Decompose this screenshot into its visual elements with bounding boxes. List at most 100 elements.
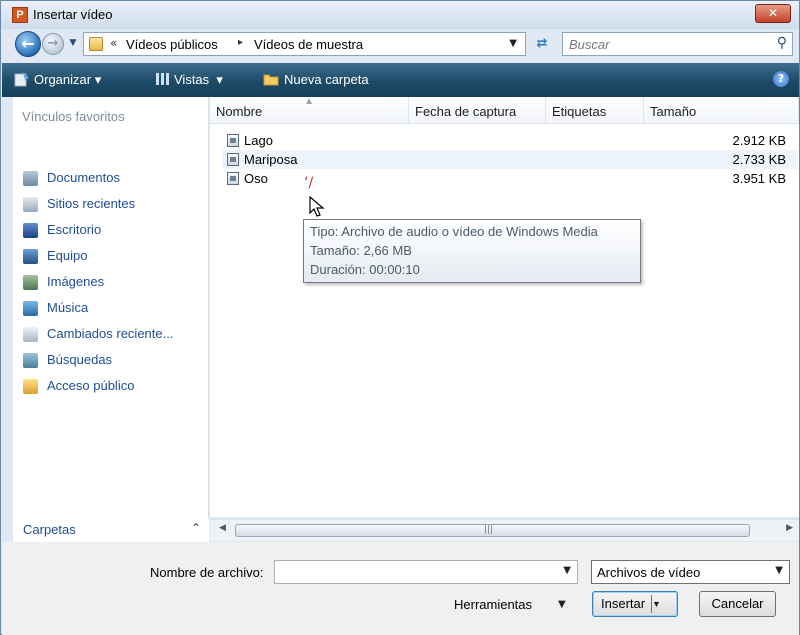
sidebar-item-label: Música — [47, 300, 89, 315]
column-header-label: Fecha de captura — [415, 104, 517, 119]
address-prefix[interactable]: « — [110, 36, 117, 50]
sort-ascending-icon: ▲ — [306, 96, 313, 105]
sidebar-item-pictures[interactable]: Imágenes — [23, 273, 203, 293]
sidebar-item-label: Escritorio — [47, 222, 102, 237]
address-bar[interactable]: « Vídeos públicos ▸ Vídeos de muestra ▼ — [83, 32, 526, 56]
tools-menu[interactable]: Herramientas — [454, 597, 532, 612]
file-size: 2.912 KB — [732, 133, 787, 148]
grip-icon: ||| — [484, 525, 494, 535]
file-row-lago[interactable]: Lago 2.912 KB — [222, 131, 798, 150]
history-dropdown-icon[interactable]: ▼ — [67, 37, 79, 49]
organize-icon — [14, 72, 29, 87]
sidebar-item-documents[interactable]: Documentos — [23, 169, 203, 189]
horizontal-scrollbar[interactable]: ◀ ||| ▶ — [210, 519, 799, 541]
back-button[interactable]: ← — [15, 31, 41, 57]
column-header-date[interactable]: Fecha de captura — [409, 97, 546, 124]
sidebar-item-recent-places[interactable]: Sitios recientes — [23, 195, 203, 215]
filename-combobox[interactable]: ▼ — [274, 560, 578, 584]
sidebar-item-computer[interactable]: Equipo — [23, 247, 203, 267]
close-button[interactable]: ✕ — [755, 4, 791, 23]
sidebar-item-recently-changed[interactable]: Cambiados reciente... — [23, 325, 203, 345]
navigation-bar: ← → ▼ « Vídeos públicos ▸ Vídeos de mues… — [1, 29, 799, 63]
file-list[interactable]: ▲ Nombre Fecha de captura Etiquetas Tama… — [210, 96, 799, 517]
window-title: Insertar vídeo — [33, 7, 113, 22]
scrollbar-thumb[interactable]: ||| — [235, 524, 750, 537]
command-toolbar: Organizar ▾ Vistas ▾ Nueva carpeta ? — [2, 63, 799, 97]
tools-dropdown-icon[interactable]: ▼ — [558, 599, 566, 610]
sidebar-item-public[interactable]: Acceso público — [23, 377, 203, 397]
recently-changed-icon — [23, 327, 38, 342]
documents-icon — [23, 171, 38, 186]
column-header-tags[interactable]: Etiquetas — [546, 97, 644, 124]
powerpoint-icon: P — [12, 7, 28, 23]
sidebar-item-label: Imágenes — [47, 274, 105, 289]
views-menu[interactable]: Vistas ▾ — [174, 72, 223, 88]
forward-button[interactable]: → — [42, 33, 64, 55]
insert-button[interactable]: Insertar ▼ — [592, 591, 678, 617]
music-icon — [23, 301, 38, 316]
tooltip-type: Tipo: Archivo de audio o vídeo de Window… — [310, 224, 598, 239]
pictures-icon — [23, 275, 38, 290]
address-dropdown-icon[interactable]: ▼ — [509, 38, 517, 49]
folder-icon — [89, 37, 103, 51]
folders-label: Carpetas — [23, 522, 76, 537]
scroll-left-icon[interactable]: ◀ — [219, 523, 226, 533]
chevron-down-icon[interactable]: ▼ — [563, 565, 571, 576]
file-info-tooltip: Tipo: Archivo de audio o vídeo de Window… — [303, 219, 641, 283]
sidebar-item-label: Acceso público — [47, 378, 135, 393]
favorite-links-heading: Vínculos favoritos — [22, 109, 125, 124]
views-label: Vistas — [174, 72, 210, 87]
sidebar-item-searches[interactable]: Búsquedas — [23, 351, 203, 371]
sidebar-item-desktop[interactable]: Escritorio — [23, 221, 203, 241]
views-icon — [156, 73, 169, 85]
title-bar: P Insertar vídeo ✕ — [1, 1, 799, 29]
folders-toggle[interactable]: Carpetas ⌃ — [13, 519, 209, 543]
chevron-up-icon[interactable]: ⌃ — [191, 521, 201, 535]
new-folder-button[interactable]: Nueva carpeta — [284, 72, 369, 87]
search-input[interactable] — [569, 36, 759, 52]
tooltip-duration: Duración: 00:00:10 — [310, 262, 420, 277]
video-file-icon — [227, 172, 239, 185]
tooltip-size: Tamaño: 2,66 MB — [310, 243, 412, 258]
video-file-icon — [227, 153, 239, 166]
file-type-value: Archivos de vídeo — [597, 565, 701, 580]
breadcrumb-public-videos[interactable]: Vídeos públicos — [126, 37, 218, 52]
column-header-size[interactable]: Tamaño — [644, 97, 799, 124]
recent-places-icon — [23, 197, 38, 212]
chevron-down-icon[interactable]: ▼ — [775, 565, 783, 576]
searches-icon — [23, 353, 38, 368]
computer-icon — [23, 249, 38, 264]
new-folder-icon — [263, 74, 279, 86]
organize-menu[interactable]: Organizar ▾ — [34, 72, 101, 88]
file-row-mariposa[interactable]: Mariposa 2.733 KB — [222, 150, 798, 169]
sidebar-item-label: Búsquedas — [47, 352, 113, 367]
file-size: 3.951 KB — [732, 171, 787, 186]
refresh-icon[interactable]: ⇄ — [531, 34, 553, 54]
file-name: Lago — [244, 133, 273, 148]
desktop-icon — [23, 223, 38, 238]
organize-label: Organizar — [34, 72, 92, 87]
filename-label: Nombre de archivo: — [150, 565, 264, 580]
sidebar-item-label: Equipo — [47, 248, 88, 263]
mouse-cursor-icon — [309, 196, 325, 217]
column-header-name[interactable]: ▲ Nombre — [210, 96, 409, 124]
sidebar-item-music[interactable]: Música — [23, 299, 203, 319]
breadcrumb-sample-videos[interactable]: Vídeos de muestra — [254, 37, 363, 52]
help-icon[interactable]: ? — [773, 71, 789, 87]
sidebar-item-label: Cambiados reciente... — [47, 326, 174, 341]
file-name: Oso — [244, 171, 268, 186]
insert-options-dropdown-icon[interactable]: ▼ — [651, 595, 663, 613]
breadcrumb-separator-icon[interactable]: ▸ — [238, 37, 243, 48]
file-name: Mariposa — [244, 152, 298, 167]
click-indicator-icon: ‘/ — [304, 175, 314, 191]
sidebar-item-label: Documentos — [47, 170, 120, 185]
file-type-select[interactable]: Archivos de vídeo ▼ — [591, 560, 790, 584]
dialog-footer: Nombre de archivo: ▼ Archivos de vídeo ▼… — [2, 542, 799, 635]
search-box[interactable]: ⚲ — [562, 32, 793, 56]
filename-input[interactable] — [279, 564, 549, 580]
cancel-button[interactable]: Cancelar — [699, 591, 776, 617]
scroll-right-icon[interactable]: ▶ — [786, 523, 793, 533]
column-header-label: Tamaño — [650, 104, 697, 119]
file-size: 2.733 KB — [732, 152, 787, 167]
search-icon[interactable]: ⚲ — [777, 35, 787, 51]
